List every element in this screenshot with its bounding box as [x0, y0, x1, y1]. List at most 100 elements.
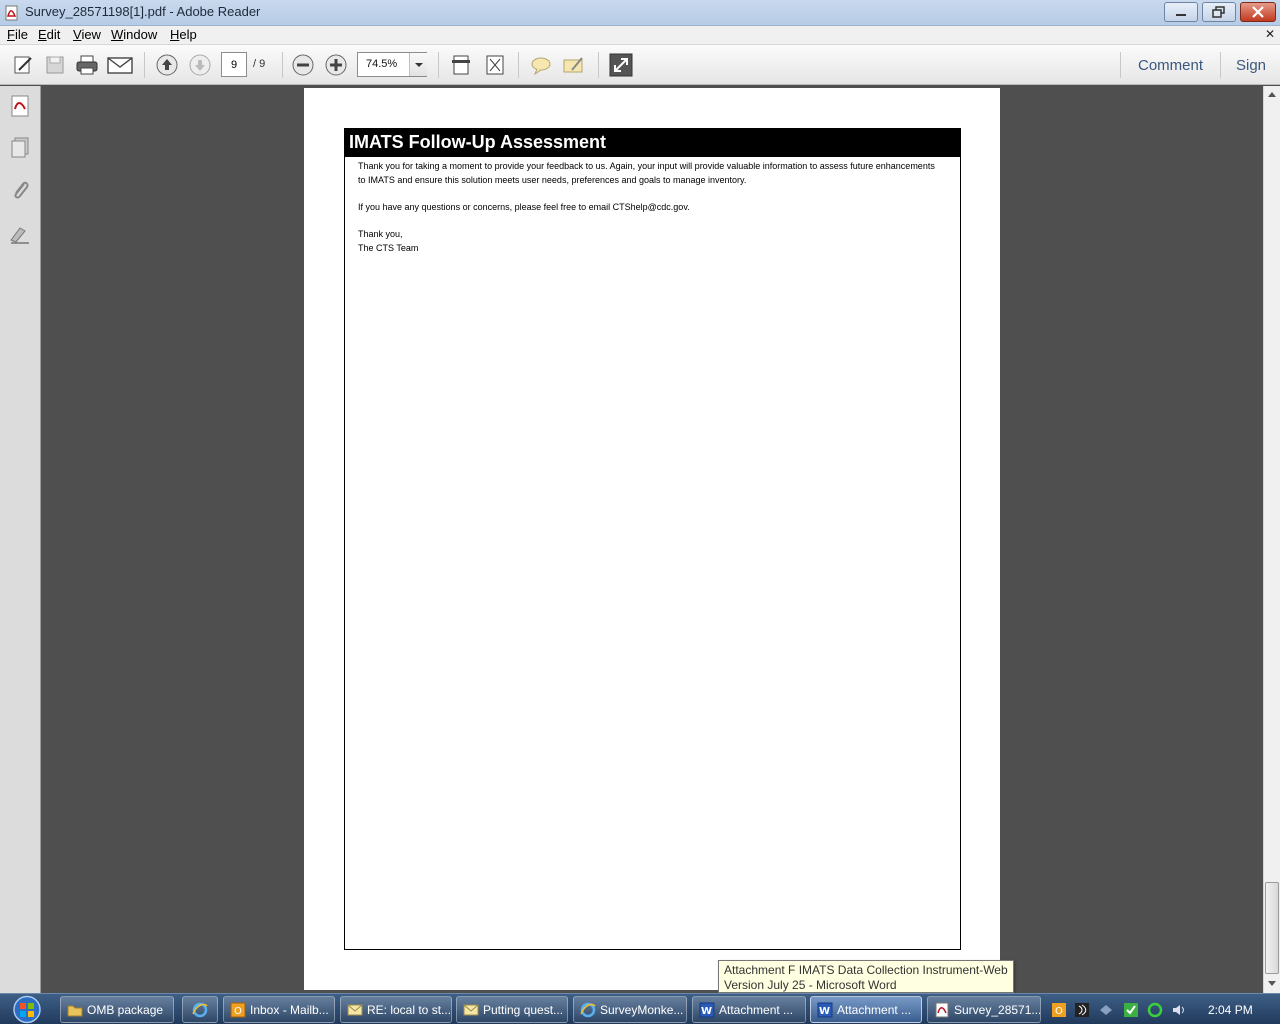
taskbar: OMB package O Inbox - Mailb... RE: local…	[0, 993, 1280, 1024]
zoom-select[interactable]: 74.5%	[357, 52, 427, 77]
taskbar-item-internet-explorer[interactable]	[182, 996, 218, 1023]
envelope-icon	[347, 1004, 363, 1016]
paperclip-icon[interactable]	[8, 178, 32, 202]
svg-text:O: O	[234, 1006, 242, 1017]
scroll-down-button[interactable]	[1264, 976, 1280, 992]
toolbar	[0, 45, 1280, 85]
document-viewer[interactable]: IMATS Follow-Up Assessment Thank you for…	[42, 86, 1263, 993]
vertical-scrollbar[interactable]	[1263, 86, 1280, 993]
zoom-in-button[interactable]	[323, 53, 349, 77]
restore-button[interactable]	[1202, 2, 1236, 22]
arrow-down-icon	[189, 54, 211, 76]
windows-start-icon[interactable]	[8, 995, 46, 1024]
taskbar-item-omb-package[interactable]: OMB package	[60, 996, 174, 1023]
sign-pane-button[interactable]: Sign	[1236, 57, 1266, 74]
fit-page-width-icon	[452, 55, 470, 75]
page-total: / 9	[253, 58, 266, 70]
taskbar-item-surveymonkey[interactable]: SurveyMonke...	[573, 996, 687, 1023]
navigation-pane	[0, 86, 41, 993]
zoom-dropdown-button[interactable]	[409, 53, 427, 76]
comment-pane-button[interactable]: Comment	[1138, 57, 1203, 74]
print-button[interactable]	[74, 53, 100, 77]
survey-content-box: IMATS Follow-Up Assessment Thank you for…	[344, 128, 961, 950]
pdf-icon	[935, 1002, 949, 1018]
closing-line: Thank you,	[358, 229, 403, 239]
toolbar-separator	[1220, 52, 1221, 78]
taskbar-item-label: SurveyMonke...	[600, 1003, 684, 1017]
taskbar-item-inbox[interactable]: O Inbox - Mailb...	[223, 996, 335, 1023]
volume-icon[interactable]	[1171, 1002, 1187, 1018]
menu-window[interactable]: Window	[111, 27, 157, 42]
taskbar-item-putting-questions[interactable]: Putting quest...	[456, 996, 568, 1023]
comment-bubble-icon	[531, 57, 551, 76]
taskbar-item-label: Attachment ...	[719, 1003, 794, 1017]
arrow-up-icon	[156, 54, 178, 76]
taskbar-clock[interactable]: 2:04 PM	[1208, 1003, 1253, 1017]
scroll-up-button[interactable]	[1264, 86, 1280, 102]
minimize-button[interactable]	[1164, 2, 1198, 22]
menu-file[interactable]: File	[7, 27, 28, 42]
fit-width-button[interactable]	[448, 53, 474, 77]
taskbar-item-attachment-1[interactable]: W Attachment ...	[692, 996, 806, 1023]
contact-paragraph: If you have any questions or concerns, p…	[358, 202, 690, 212]
close-document-button[interactable]: ✕	[1265, 27, 1275, 41]
pdf-page: IMATS Follow-Up Assessment Thank you for…	[304, 88, 1000, 990]
adobe-reader-icon	[5, 5, 18, 21]
highlighter-icon	[563, 57, 583, 73]
minimize-icon	[1176, 14, 1186, 16]
network-tray-icon[interactable]	[1098, 1002, 1114, 1018]
taskbar-item-label: RE: local to st...	[367, 1003, 452, 1017]
toolbar-separator	[438, 52, 439, 78]
minus-icon	[292, 54, 314, 76]
highlight-button[interactable]	[561, 53, 587, 77]
sync-tray-icon[interactable]	[1147, 1002, 1163, 1018]
zoom-out-button[interactable]	[290, 53, 316, 77]
svg-text:O: O	[1055, 1006, 1063, 1017]
taskbar-item-label: Putting quest...	[483, 1003, 564, 1017]
fit-page-icon	[486, 55, 504, 75]
taskbar-item-label: OMB package	[87, 1003, 164, 1017]
checkmark-tray-icon[interactable]	[1123, 1002, 1139, 1018]
taskbar-tooltip: Attachment F IMATS Data Collection Instr…	[718, 960, 1014, 993]
folder-icon	[67, 1005, 83, 1017]
next-page-button[interactable]	[187, 53, 213, 77]
close-button[interactable]	[1240, 2, 1276, 22]
taskbar-item-survey-pdf[interactable]: Survey_28571...	[927, 996, 1041, 1023]
save-button[interactable]	[42, 53, 68, 77]
previous-page-button[interactable]	[154, 53, 180, 77]
scrollbar-thumb[interactable]	[1265, 882, 1279, 974]
email-button[interactable]	[107, 53, 133, 77]
print-icon	[76, 55, 98, 75]
scroll-down-arrow-icon	[1268, 981, 1276, 986]
save-icon	[46, 56, 64, 74]
full-screen-button[interactable]	[608, 53, 634, 77]
survey-title: IMATS Follow-Up Assessment	[349, 132, 607, 152]
close-icon	[1252, 6, 1264, 18]
survey-header-band: IMATS Follow-Up Assessment	[345, 129, 960, 157]
chevron-down-icon	[415, 63, 423, 67]
speaker-app-tray-icon[interactable]	[1074, 1002, 1090, 1018]
menu-view[interactable]: View	[73, 27, 101, 42]
signatures-icon[interactable]	[8, 222, 32, 246]
toolbar-separator	[144, 52, 145, 78]
title-bar: Survey_28571198[1].pdf - Adobe Reader	[0, 0, 1280, 26]
menu-bar: File Edit View Window Help ✕	[0, 26, 1280, 45]
menu-help[interactable]: Help	[170, 27, 197, 42]
page-number-input[interactable]	[221, 52, 247, 77]
word-icon: W	[699, 1002, 715, 1018]
outlook-tray-icon[interactable]: O	[1051, 1002, 1067, 1018]
create-pdf-button[interactable]	[10, 53, 36, 77]
menu-edit[interactable]: Edit	[38, 27, 60, 42]
svg-text:W: W	[819, 1006, 830, 1017]
internet-explorer-icon	[192, 1002, 208, 1018]
tooltip-line: Version July 25 - Microsoft Word	[724, 978, 897, 992]
envelope-icon	[107, 57, 133, 74]
thank-you-paragraph: Thank you for taking a moment to provide…	[358, 159, 948, 187]
pdf-document-icon[interactable]	[8, 94, 32, 118]
envelope-icon	[463, 1004, 479, 1016]
taskbar-item-re-local[interactable]: RE: local to st...	[340, 996, 452, 1023]
fit-page-button[interactable]	[482, 53, 508, 77]
sticky-note-button[interactable]	[528, 53, 554, 77]
taskbar-item-attachment-2[interactable]: W Attachment ...	[810, 996, 922, 1023]
page-thumbnails-icon[interactable]	[8, 136, 32, 160]
